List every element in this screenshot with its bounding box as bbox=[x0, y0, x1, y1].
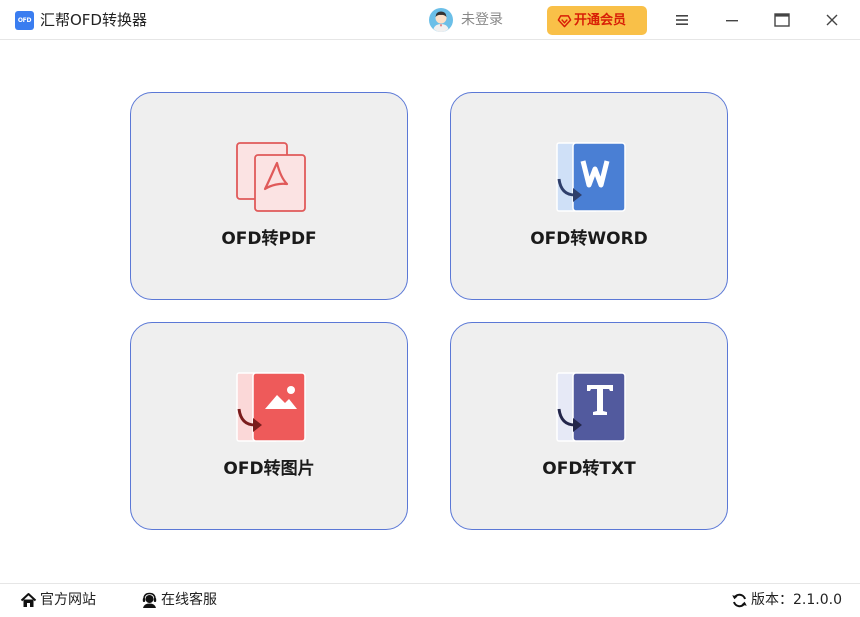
tool-card-ofd-to-image[interactable]: OFD转图片 bbox=[130, 322, 408, 530]
version-check-button[interactable]: 版本：2.1.0.0 bbox=[731, 584, 842, 617]
diamond-heart-icon bbox=[557, 15, 572, 28]
login-status-link[interactable]: 未登录 bbox=[461, 10, 503, 30]
footer-bar: 官方网站 在线客服 版本：2.1.0.0 bbox=[0, 583, 860, 617]
online-support-label: 在线客服 bbox=[161, 592, 217, 608]
tool-card-ofd-to-word[interactable]: OFD转WORD bbox=[450, 92, 728, 300]
minimize-icon bbox=[726, 20, 738, 22]
tool-card-label: OFD转TXT bbox=[542, 459, 636, 479]
user-avatar-icon[interactable] bbox=[429, 8, 453, 32]
home-icon bbox=[20, 593, 37, 607]
tool-card-ofd-to-txt[interactable]: OFD转TXT bbox=[450, 322, 728, 530]
minimize-button[interactable] bbox=[722, 10, 742, 30]
app-title: 汇帮OFD转换器 bbox=[40, 11, 147, 29]
official-website-link[interactable]: 官方网站 bbox=[20, 584, 100, 617]
refresh-icon bbox=[732, 593, 747, 608]
tool-card-ofd-to-pdf[interactable]: OFD转PDF bbox=[130, 92, 408, 300]
maximize-button[interactable] bbox=[772, 10, 792, 30]
txt-icon bbox=[556, 372, 626, 442]
vip-button[interactable]: 开通会员 bbox=[547, 6, 647, 35]
menu-button[interactable] bbox=[672, 10, 692, 30]
customer-service-icon bbox=[142, 592, 157, 608]
close-button[interactable] bbox=[822, 10, 842, 30]
pdf-icon bbox=[236, 142, 306, 212]
close-icon bbox=[826, 14, 838, 26]
tool-card-label: OFD转PDF bbox=[221, 229, 317, 249]
title-bar: OFD 汇帮OFD转换器 未登录 开通会员 bbox=[0, 0, 860, 40]
tool-card-label: OFD转WORD bbox=[530, 229, 648, 249]
tool-card-label: OFD转图片 bbox=[223, 459, 315, 479]
image-icon bbox=[236, 372, 306, 442]
online-support-link[interactable]: 在线客服 bbox=[141, 584, 221, 617]
maximize-icon bbox=[774, 13, 790, 27]
word-icon bbox=[556, 142, 626, 212]
app-logo-icon: OFD bbox=[15, 11, 34, 30]
menu-icon bbox=[676, 15, 688, 25]
vip-label: 开通会员 bbox=[574, 13, 627, 28]
version-label: 版本：2.1.0.0 bbox=[751, 592, 842, 608]
official-website-label: 官方网站 bbox=[40, 592, 96, 608]
app-window: OFD 汇帮OFD转换器 未登录 开通会员 OFD转PDF OFD转WORD O… bbox=[0, 0, 860, 617]
